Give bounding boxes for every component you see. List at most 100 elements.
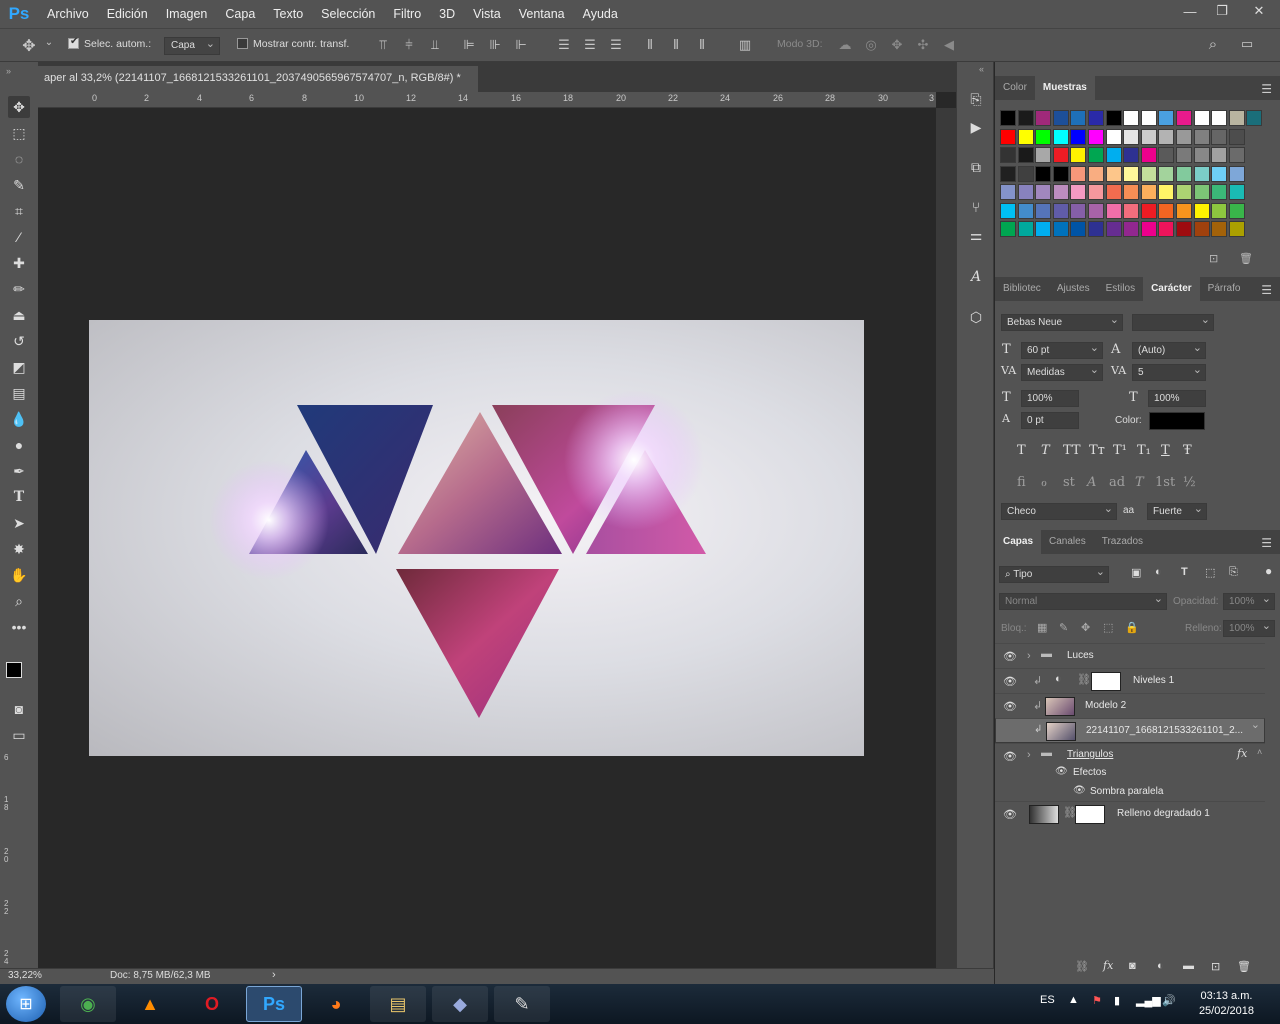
layer-mask-thumbnail[interactable] [1091, 672, 1121, 691]
color-swatch[interactable] [1140, 221, 1157, 237]
move-tool-icon[interactable]: ✥ [8, 96, 30, 118]
fill-field[interactable]: 100% [1223, 619, 1275, 637]
auto-align-icon[interactable]: ▥ [736, 37, 754, 53]
checkbox-checked-icon[interactable] [68, 36, 79, 49]
color-swatch[interactable] [1105, 165, 1122, 182]
visibility-eye-icon[interactable]: ▫ [1004, 725, 1008, 737]
properties-panel-icon[interactable]: ⚌ [964, 224, 988, 246]
3d-panel-icon[interactable]: ⬡ [964, 306, 988, 328]
vertical-scale-field[interactable]: 100% [1021, 390, 1079, 407]
collapse-icon[interactable]: « [979, 64, 984, 74]
color-swatch[interactable] [1088, 221, 1104, 237]
brush-tool-icon[interactable]: ✏ [8, 278, 30, 300]
color-swatch[interactable] [1070, 128, 1087, 145]
color-swatch[interactable] [1000, 147, 1016, 163]
delete-layer-icon[interactable]: 🗑 [1237, 960, 1251, 973]
start-button[interactable]: ⊞ [6, 986, 46, 1022]
color-swatch[interactable] [1211, 110, 1228, 126]
app-taskbar-icon[interactable]: ◆ [432, 986, 488, 1022]
color-swatch[interactable] [1035, 165, 1052, 182]
color-swatch[interactable] [1228, 221, 1245, 237]
lock-transparency-icon[interactable]: ▦ [1037, 621, 1047, 634]
color-swatch[interactable] [1052, 165, 1069, 182]
distribute-top-icon[interactable]: ☰ [555, 37, 573, 53]
search-icon[interactable]: ⌕ [1204, 36, 1222, 53]
link-layers-icon[interactable]: ⛓ [1075, 960, 1089, 973]
panel-menu-icon[interactable]: ☰ [1261, 82, 1272, 96]
subscript-icon[interactable]: T₁ [1137, 443, 1151, 458]
blur-tool-icon[interactable]: 💧 [8, 408, 30, 430]
collapse-effects-icon[interactable]: ˄ [1257, 747, 1262, 757]
discretionary-ligatures-icon[interactable]: st [1063, 475, 1075, 490]
eraser-tool-icon[interactable]: ◩ [8, 356, 30, 378]
color-swatch[interactable] [1211, 128, 1228, 145]
distribute-hcenter-icon[interactable]: ⦀ [667, 37, 685, 53]
color-swatch[interactable] [1123, 128, 1140, 145]
auto-select-dropdown[interactable]: Capa [164, 37, 220, 55]
color-swatch[interactable] [1052, 128, 1069, 145]
visibility-eye-icon[interactable]: 👁 [1055, 766, 1068, 777]
color-swatch[interactable] [1176, 165, 1192, 182]
expand-chevron-icon[interactable]: › [1027, 650, 1031, 662]
show-transform-checkbox[interactable]: Mostrar contr. transf. [237, 38, 349, 50]
tab-paragraph[interactable]: Párrafo [1200, 277, 1249, 301]
color-swatch[interactable] [1211, 202, 1228, 219]
old-style-icon[interactable]: ℴ [1041, 475, 1047, 490]
status-menu-arrow-icon[interactable]: › [272, 969, 276, 981]
filter-shape-icon[interactable]: ⬚ [1205, 566, 1215, 579]
font-family-select[interactable]: Bebas Neue [1001, 313, 1123, 331]
color-swatch[interactable] [1070, 221, 1087, 237]
link-icon[interactable]: ⛓ [1077, 673, 1091, 686]
color-swatch[interactable] [1000, 202, 1016, 219]
color-swatch[interactable] [1035, 202, 1052, 219]
actions-panel-icon[interactable]: ▶ [964, 116, 988, 138]
color-swatch[interactable] [1052, 147, 1069, 163]
color-swatch[interactable] [1052, 221, 1069, 237]
tab-channels[interactable]: Canales [1041, 530, 1094, 554]
color-swatch[interactable] [1105, 221, 1122, 237]
lasso-tool-icon[interactable]: ◌ [8, 148, 30, 170]
marquee-tool-icon[interactable]: ⬚ [8, 122, 30, 144]
color-swatch[interactable] [1000, 165, 1016, 182]
hand-tool-icon[interactable]: ✋ [8, 564, 30, 586]
all-caps-icon[interactable]: TT [1063, 443, 1081, 458]
color-swatch[interactable] [1228, 110, 1245, 126]
menu-ventana[interactable]: Ventana [510, 0, 574, 28]
color-swatch[interactable] [1017, 202, 1034, 219]
tab-paths[interactable]: Trazados [1094, 530, 1151, 554]
color-swatch[interactable] [1105, 184, 1122, 200]
language-indicator[interactable]: ES [1040, 994, 1055, 1006]
color-swatch[interactable] [1017, 128, 1034, 145]
color-swatch[interactable] [1088, 147, 1104, 163]
color-swatch[interactable] [1070, 165, 1087, 182]
layer-thumbnail[interactable] [1046, 722, 1076, 741]
menu-capa[interactable]: Capa [216, 0, 264, 28]
tab-color[interactable]: Color [995, 76, 1035, 100]
effect-row[interactable]: 👁 Sombra paralela [995, 782, 1265, 801]
layer-row[interactable]: 👁 ⛓ Relleno degradado 1 [995, 801, 1265, 826]
new-adjustment-icon[interactable]: ◐ [1157, 960, 1164, 972]
workspace-icon[interactable]: ▭ [1238, 36, 1256, 52]
lock-position-icon[interactable]: ✥ [1081, 621, 1090, 634]
slide-3d-icon[interactable]: ✣ [914, 37, 932, 53]
color-swatch[interactable] [1035, 221, 1052, 237]
quick-mask-icon[interactable]: ◙ [8, 698, 30, 720]
color-swatch[interactable] [1158, 165, 1175, 182]
color-swatch[interactable] [1105, 202, 1122, 219]
color-swatch[interactable] [1123, 147, 1140, 163]
underline-icon[interactable]: T [1161, 443, 1170, 458]
battery-icon[interactable]: ▮ [1114, 994, 1120, 1007]
leading-field[interactable]: (Auto) [1132, 341, 1206, 359]
color-swatch[interactable] [1052, 202, 1069, 219]
add-mask-icon[interactable]: ◙ [1129, 960, 1136, 972]
tracking-field[interactable]: 5 [1132, 363, 1206, 381]
filter-smart-object-icon[interactable]: ⎘ [1229, 566, 1238, 579]
menu-archivo[interactable]: Archivo [38, 0, 98, 28]
color-swatch[interactable] [1017, 147, 1034, 163]
color-swatch[interactable] [1123, 221, 1140, 237]
pen-tool-icon[interactable]: ✒ [8, 460, 30, 482]
visibility-eye-icon[interactable]: 👁 [1003, 700, 1017, 713]
tab-libraries[interactable]: Bibliotec [995, 277, 1049, 301]
color-swatch[interactable] [1158, 202, 1175, 219]
color-swatch[interactable] [1088, 165, 1104, 182]
